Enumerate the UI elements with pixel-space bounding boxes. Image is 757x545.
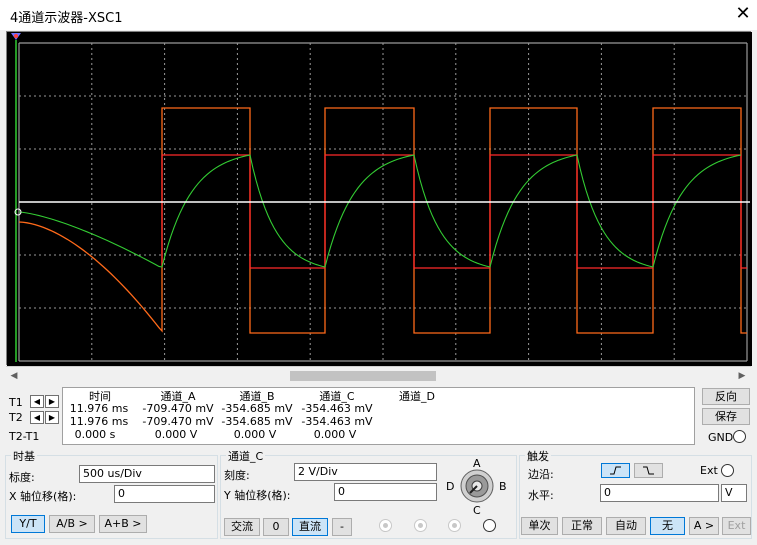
channel-a-radio[interactable] (379, 519, 392, 532)
row-label-t1: T1 (9, 396, 23, 409)
knob-label-c: C (473, 504, 481, 517)
cursor-t1-dot (14, 34, 18, 38)
knob-label-d: D (446, 480, 455, 493)
channel-scale-field[interactable]: 2 V/Div (294, 463, 437, 481)
delta-ch-b: 0.000 V (233, 428, 277, 441)
scroll-right-icon[interactable]: ▶ (736, 370, 748, 382)
t2-ch-a: -709.470 mV (142, 415, 214, 428)
t1-left-arrow-icon[interactable]: ◀ (30, 395, 44, 408)
t2-time: 11.976 ms (69, 415, 129, 428)
timebase-scale-label: 标度: (9, 471, 35, 484)
t1-right-arrow-icon[interactable]: ▶ (45, 395, 59, 408)
horizontal-scrollbar[interactable]: ◀ ▶ (6, 366, 751, 384)
trigger-level-label: 水平: (528, 489, 554, 502)
trigger-ext-label: Ext (700, 464, 718, 477)
channel-scale-label: 刻度: (224, 469, 250, 482)
timebase-xpos-label: X 轴位移(格): (9, 490, 77, 503)
scroll-thumb[interactable] (290, 371, 436, 381)
mode-aplusb-button[interactable]: A+B > (99, 515, 147, 533)
coupling-dc-button[interactable]: 直流 (292, 518, 328, 536)
trigger-level-unit[interactable]: V (721, 484, 747, 502)
delta-ch-a: 0.000 V (154, 428, 198, 441)
t2-ch-c: -354.463 mV (301, 415, 373, 428)
channel-ypos-field[interactable]: 0 (334, 483, 437, 501)
trigger-auto-button[interactable]: 自动 (606, 517, 646, 535)
channel-d-radio[interactable] (483, 519, 496, 532)
oscilloscope-screen[interactable] (6, 31, 752, 366)
trigger-edge-label: 边沿: (528, 468, 554, 481)
t1-ch-a: -709.470 mV (142, 402, 214, 415)
channel-b-radio[interactable] (414, 519, 427, 532)
mode-yt-button[interactable]: Y/T (11, 515, 45, 533)
save-button[interactable]: 保存 (702, 408, 750, 425)
edge-fall-button[interactable] (634, 463, 663, 478)
coupling-ac-button[interactable]: 交流 (224, 518, 260, 536)
trigger-level-field[interactable]: 0 (600, 484, 719, 502)
trigger-ext-radio[interactable] (721, 464, 734, 477)
t1-ch-c: -354.463 mV (301, 402, 373, 415)
timebase-title: 时基 (11, 448, 37, 464)
close-icon[interactable]: ✕ (733, 3, 753, 25)
reverse-button[interactable]: 反向 (702, 388, 750, 405)
window-title: 4通道示波器-XSC1 (10, 11, 123, 26)
trace-channel-c (18, 154, 742, 268)
mode-ab-button[interactable]: A/B > (49, 515, 95, 533)
delta-ch-c: 0.000 V (313, 428, 357, 441)
delta-time: 0.000 s (74, 428, 116, 441)
waveform-display (7, 32, 752, 366)
coupling-minus-button[interactable]: - (332, 518, 352, 536)
channel-ypos-label: Y 轴位移(格): (224, 489, 291, 502)
channel-selector-knob-icon[interactable] (459, 468, 495, 504)
trace-channel-b (161, 154, 747, 269)
timebase-scale-field[interactable]: 500 us/Div (79, 465, 215, 483)
rising-edge-icon (610, 466, 621, 475)
coupling-zero-button[interactable]: 0 (263, 518, 289, 536)
edge-rise-button[interactable] (601, 463, 630, 478)
trigger-title: 触发 (525, 448, 551, 464)
t2-right-arrow-icon[interactable]: ▶ (45, 411, 59, 424)
gnd-label: GND (708, 431, 734, 444)
trigger-none-button[interactable]: 无 (650, 517, 685, 535)
gnd-radio[interactable] (733, 430, 746, 443)
readout-header-ch-d: 通道_D (399, 390, 435, 403)
t1-ch-b: -354.685 mV (221, 402, 293, 415)
row-label-t2-t1: T2-T1 (9, 430, 40, 443)
row-label-t2: T2 (9, 411, 23, 424)
trigger-single-button[interactable]: 单次 (521, 517, 558, 535)
t1-time: 11.976 ms (69, 402, 129, 415)
channel-c-radio[interactable] (448, 519, 461, 532)
timebase-xpos-field[interactable]: 0 (114, 485, 215, 503)
trigger-ext-button[interactable]: Ext (722, 517, 751, 535)
channel-title: 通道_C (226, 448, 266, 464)
t2-left-arrow-icon[interactable]: ◀ (30, 411, 44, 424)
scroll-left-icon[interactable]: ◀ (8, 370, 20, 382)
trigger-normal-button[interactable]: 正常 (562, 517, 602, 535)
falling-edge-icon (643, 466, 654, 475)
t2-ch-b: -354.685 mV (221, 415, 293, 428)
knob-label-b: B (499, 480, 507, 493)
trigger-a-button[interactable]: A > (689, 517, 719, 535)
